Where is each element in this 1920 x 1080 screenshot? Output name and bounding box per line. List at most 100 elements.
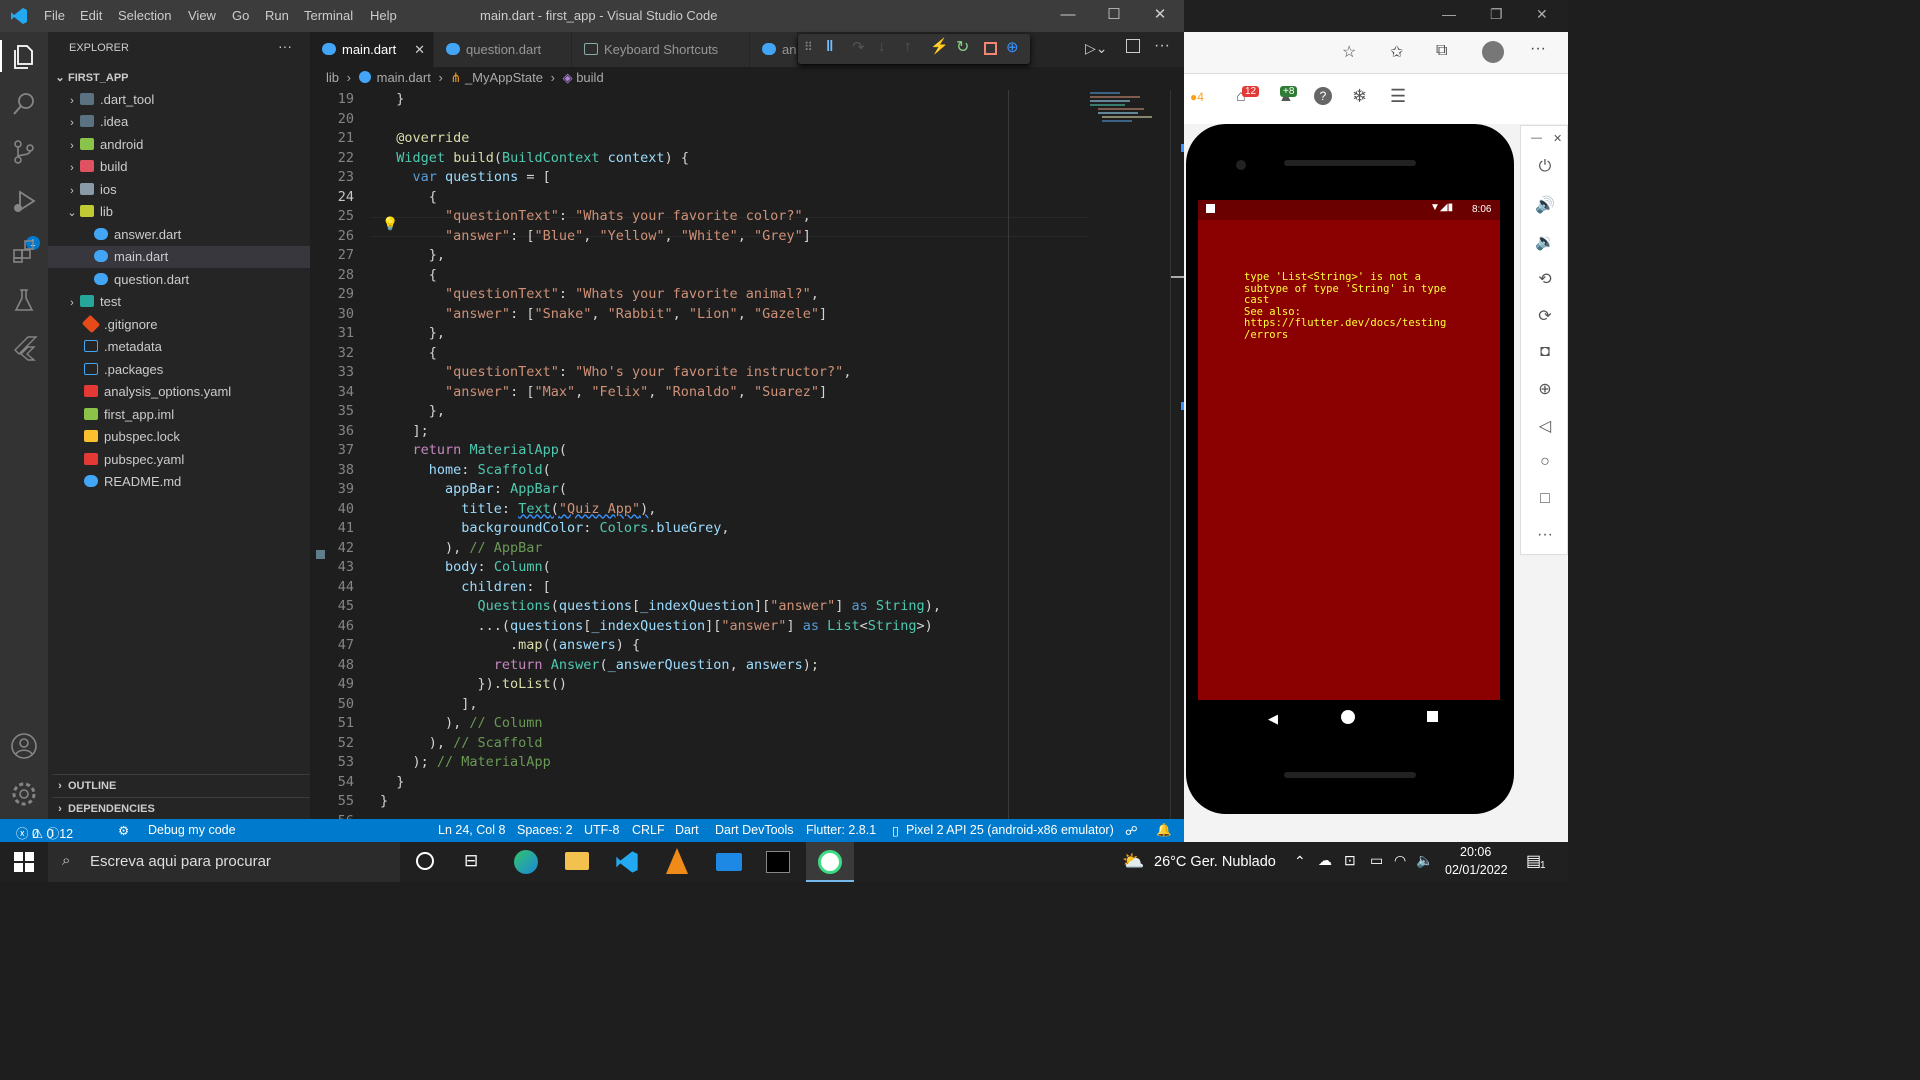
task-view-icon[interactable]: ⊟ (464, 851, 478, 871)
menu-terminal[interactable]: Terminal (304, 8, 353, 23)
usb-icon[interactable]: ⊡ (1344, 852, 1356, 869)
maximize-icon[interactable]: ☐ (1101, 4, 1127, 28)
menu-selection[interactable]: Selection (118, 8, 171, 23)
run-debug-icon[interactable] (10, 188, 38, 216)
volume-down-icon[interactable]: 🔉 (1535, 232, 1555, 252)
step-into-icon[interactable]: ↓ (878, 38, 886, 55)
workspace-root[interactable]: ⌄ FIRST_APP (52, 67, 128, 89)
tree-item-question-dart[interactable]: question.dart (94, 269, 189, 291)
browser-close-icon[interactable]: ✕ (1536, 6, 1548, 23)
minimize-icon[interactable]: — (1055, 4, 1081, 28)
account-icon[interactable] (10, 732, 38, 760)
windows-start-icon[interactable] (14, 852, 34, 872)
home-icon[interactable]: ○ (1535, 453, 1555, 473)
notification-center-icon[interactable]: ▤ (1526, 851, 1541, 871)
source-control-icon[interactable] (10, 138, 38, 166)
outline-section[interactable]: › OUTLINE (52, 774, 310, 796)
testing-icon[interactable] (10, 286, 38, 314)
flutter-version[interactable]: Flutter: 2.8.1 (806, 823, 876, 837)
more-actions-icon[interactable]: ··· (1154, 37, 1170, 55)
tree-item-ios[interactable]: › ios (64, 179, 116, 201)
tray-date[interactable]: 02/01/2022 (1445, 863, 1508, 877)
explorer-more-button[interactable]: ··· (278, 38, 292, 54)
menu-go[interactable]: Go (232, 8, 249, 23)
cursor-position[interactable]: Ln 24, Col 8 (438, 823, 505, 837)
nav-back-icon[interactable]: ◀ (1268, 711, 1278, 727)
emu-close-icon[interactable]: ✕ (1553, 132, 1562, 145)
zoom-icon[interactable]: ⊕ (1535, 379, 1555, 399)
tree-item-android[interactable]: › android (64, 134, 143, 156)
volume-up-icon[interactable]: 🔊 (1535, 195, 1555, 215)
problems-indicator[interactable]: ⓧ 0 ⚠ 0 ⓘ 12 (16, 823, 73, 842)
dart-devtools[interactable]: Dart DevTools (715, 823, 794, 837)
tree-item-answer-dart[interactable]: answer.dart (94, 224, 181, 246)
devtools-icon[interactable]: ⊕ (1006, 38, 1019, 56)
weather-text[interactable]: 26°C Ger. Nublado (1154, 854, 1276, 870)
browser-minimize-icon[interactable]: — (1442, 6, 1456, 22)
tree-item-gitignore[interactable]: .gitignore (81, 314, 157, 336)
more-icon[interactable]: ··· (1535, 526, 1555, 546)
explorer-icon[interactable] (10, 42, 38, 70)
breadcrumb-method[interactable]: build (576, 70, 603, 85)
favorites-icon[interactable]: ✩ (1390, 42, 1403, 62)
vertical-scrollbar[interactable] (1170, 90, 1185, 819)
stop-icon[interactable] (984, 42, 997, 55)
menu-run[interactable]: Run (265, 8, 289, 23)
emulator-taskbar-button[interactable] (806, 842, 854, 882)
tab-keyboard-shortcuts[interactable]: Keyboard Shortcuts (572, 32, 750, 67)
tree-item-pubspec-lock[interactable]: pubspec.lock (84, 426, 180, 448)
tree-item-readme[interactable]: README.md (84, 471, 181, 493)
debug-config[interactable]: Debug my code (148, 823, 236, 837)
tray-chevron-up-icon[interactable]: ⌃ (1294, 853, 1306, 870)
add-favorite-icon[interactable]: ☆ (1342, 42, 1356, 62)
wifi-icon[interactable]: ◠ (1394, 852, 1406, 869)
help-icon[interactable]: ? (1314, 87, 1332, 105)
tab-close-icon[interactable]: ✕ (414, 32, 425, 67)
pause-icon[interactable]: ‖ (826, 38, 833, 55)
breadcrumb-lib[interactable]: lib (326, 70, 339, 85)
camera-icon[interactable]: ◘ (1535, 343, 1555, 363)
overview-icon[interactable]: □ (1535, 490, 1555, 510)
encoding[interactable]: UTF-8 (584, 823, 619, 837)
nav-home-icon[interactable] (1341, 710, 1355, 724)
tree-item-lib[interactable]: ⌄ lib (64, 201, 113, 223)
extensions-icon[interactable] (10, 238, 38, 266)
mail-icon[interactable] (716, 853, 742, 871)
tree-item-build[interactable]: › build (64, 156, 127, 178)
file-explorer-icon[interactable] (565, 852, 589, 870)
browser-menu-icon[interactable]: ··· (1530, 40, 1546, 58)
snowflake-icon[interactable]: ❄ (1352, 86, 1367, 107)
notifications-bell-icon[interactable]: 🔔 (1156, 823, 1172, 838)
vscode-taskbar-icon[interactable] (614, 850, 640, 874)
tab-main-dart[interactable]: main.dart ✕ (310, 32, 434, 67)
volume-icon[interactable]: 🔈 (1416, 852, 1433, 869)
menu-file[interactable]: File (44, 8, 65, 23)
indentation[interactable]: Spaces: 2 (517, 823, 573, 837)
tree-item-packages[interactable]: .packages (84, 359, 163, 381)
tree-item-analysis-options[interactable]: analysis_options.yaml (84, 381, 231, 403)
menu-view[interactable]: View (188, 8, 216, 23)
step-out-icon[interactable]: ↑ (904, 38, 912, 55)
end-of-line[interactable]: CRLF (632, 823, 665, 837)
taskbar-search[interactable]: ⌕ Escreva aqui para procurar (48, 842, 400, 882)
nav-recents-icon[interactable] (1427, 711, 1438, 722)
settings-gear-icon[interactable] (10, 780, 38, 808)
code-editor[interactable]: 19 20 21 22 23 24 25 26 27 28 29 30 31 32 33 34 35 36 37 38… (310, 90, 1185, 829)
rotate-right-icon[interactable]: ⟳ (1535, 306, 1555, 326)
profile-avatar[interactable] (1482, 41, 1504, 63)
onedrive-icon[interactable]: ☁ (1318, 852, 1332, 869)
breadcrumb-class[interactable]: _MyAppState (465, 70, 543, 85)
tree-item-metadata[interactable]: .metadata (84, 336, 162, 358)
hot-reload-icon[interactable]: ⚡ (930, 37, 949, 55)
flutter-icon[interactable] (10, 334, 38, 362)
feedback-icon[interactable]: ☍ (1125, 823, 1138, 838)
dependencies-section[interactable]: › DEPENDENCIES (52, 797, 310, 819)
terminal-icon[interactable] (766, 851, 790, 873)
menu-help[interactable]: Help (370, 8, 397, 23)
run-dropdown-icon[interactable]: ▷⌄ (1085, 40, 1108, 57)
step-over-icon[interactable]: ↷ (852, 38, 865, 56)
edge-icon[interactable] (514, 850, 538, 874)
tree-item-main-dart[interactable]: main.dart (48, 246, 310, 268)
power-icon[interactable]: ⏻ (1535, 158, 1555, 178)
search-icon[interactable] (10, 90, 38, 118)
